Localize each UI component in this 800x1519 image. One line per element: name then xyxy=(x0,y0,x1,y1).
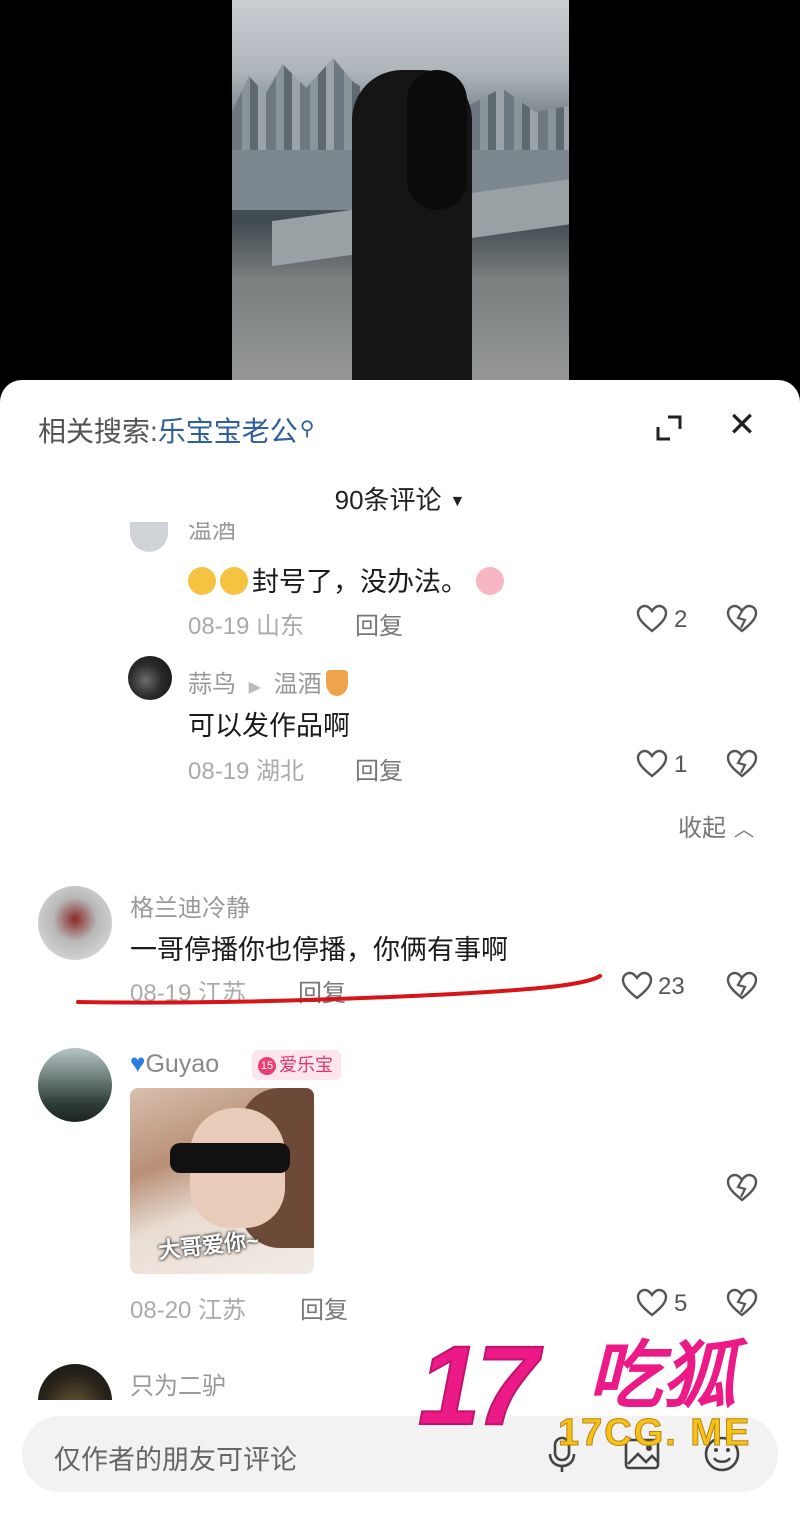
related-search-keyword[interactable]: 乐宝宝老公 xyxy=(158,416,298,447)
sticker-caption: 大哥爱你~ xyxy=(157,1227,261,1264)
watermark-logo: 17 吃狐 17CG. ME xyxy=(417,1323,778,1466)
blue-heart-icon: ♥ xyxy=(130,1048,146,1078)
heart-icon[interactable] xyxy=(636,1288,668,1318)
watermark-url: 17CG. ME xyxy=(557,1412,752,1455)
red-underline-annotation xyxy=(76,974,602,1005)
heart-icon[interactable] xyxy=(636,604,668,634)
heart-icon[interactable] xyxy=(621,971,653,1001)
caret-down-icon: ▼ xyxy=(449,493,466,510)
related-search[interactable]: 相关搜索:乐宝宝老公 ⚲ xyxy=(38,410,314,450)
comment-count-dropdown[interactable]: 90条评论 ▼ xyxy=(0,480,800,517)
badge-level: 15 xyxy=(258,1057,276,1075)
like-count: 23 xyxy=(658,973,685,1000)
watermark-chinese: 吃狐 xyxy=(588,1334,736,1417)
comment-author[interactable]: 温酒 xyxy=(188,522,236,544)
collapse-replies-button[interactable]: 收起 ︿ xyxy=(678,808,754,843)
broken-heart-icon[interactable] xyxy=(726,971,758,1001)
comment-author[interactable]: 格兰迪冷静 xyxy=(130,888,250,923)
chevron-up-icon: ︿ xyxy=(734,819,754,841)
broken-heart-icon[interactable] xyxy=(726,1173,758,1203)
like-count: 2 xyxy=(674,606,688,633)
comment-text: 可以发作品啊 xyxy=(188,711,350,741)
like-count: 1 xyxy=(674,751,688,778)
comment-author[interactable]: 只为二驴 xyxy=(130,1366,226,1401)
badge-label: 爱乐宝 xyxy=(279,1055,333,1075)
comment-author[interactable]: 蒜鸟 ▶ 温酒 xyxy=(188,664,352,699)
heart-icon[interactable] xyxy=(636,749,668,779)
comment-date: 08-20 江苏 xyxy=(130,1297,247,1324)
emoji-face-icon xyxy=(188,567,216,595)
close-icon[interactable]: ✕ xyxy=(726,408,758,444)
reply-button[interactable]: 回复 xyxy=(355,751,403,786)
cocktail-emoji-icon xyxy=(325,670,348,696)
comment-date: 08-19 山东 xyxy=(188,613,305,640)
comment-sticker-image[interactable]: 大哥爱你~ xyxy=(130,1088,314,1274)
fan-badge[interactable]: 15 爱乐宝 xyxy=(252,1050,341,1080)
emoji-face-icon xyxy=(220,567,248,595)
expand-icon[interactable] xyxy=(654,413,684,443)
pig-emoji-icon xyxy=(476,567,504,595)
avatar[interactable] xyxy=(130,522,168,552)
comment-text: 一哥停播你也停播，你俩有事啊 xyxy=(130,935,508,965)
broken-heart-icon[interactable] xyxy=(726,604,758,634)
comment-input-placeholder: 仅作者的朋友可评论 xyxy=(54,1445,297,1475)
comment-text: 封号了，没办法。 xyxy=(188,560,508,599)
broken-heart-icon[interactable] xyxy=(726,749,758,779)
broken-heart-icon[interactable] xyxy=(726,1288,758,1318)
comment-author[interactable]: ♥Guyao xyxy=(130,1048,219,1079)
reply-to-author[interactable]: 温酒 xyxy=(274,671,322,698)
avatar[interactable] xyxy=(38,1048,112,1122)
related-search-prefix: 相关搜索: xyxy=(38,416,158,447)
reply-button[interactable]: 回复 xyxy=(300,1290,348,1325)
reply-arrow-icon: ▶ xyxy=(248,679,261,696)
search-icon: ⚲ xyxy=(299,418,315,440)
reply-button[interactable]: 回复 xyxy=(355,606,403,641)
like-count: 5 xyxy=(674,1290,688,1317)
video-frame-image xyxy=(232,0,569,400)
avatar[interactable] xyxy=(38,886,112,960)
comment-date: 08-19 湖北 xyxy=(188,758,305,785)
watermark-number: 17 xyxy=(417,1323,540,1448)
video-player[interactable] xyxy=(0,0,800,400)
comment-count-label: 90条评论 xyxy=(334,485,442,515)
avatar[interactable] xyxy=(128,656,172,700)
